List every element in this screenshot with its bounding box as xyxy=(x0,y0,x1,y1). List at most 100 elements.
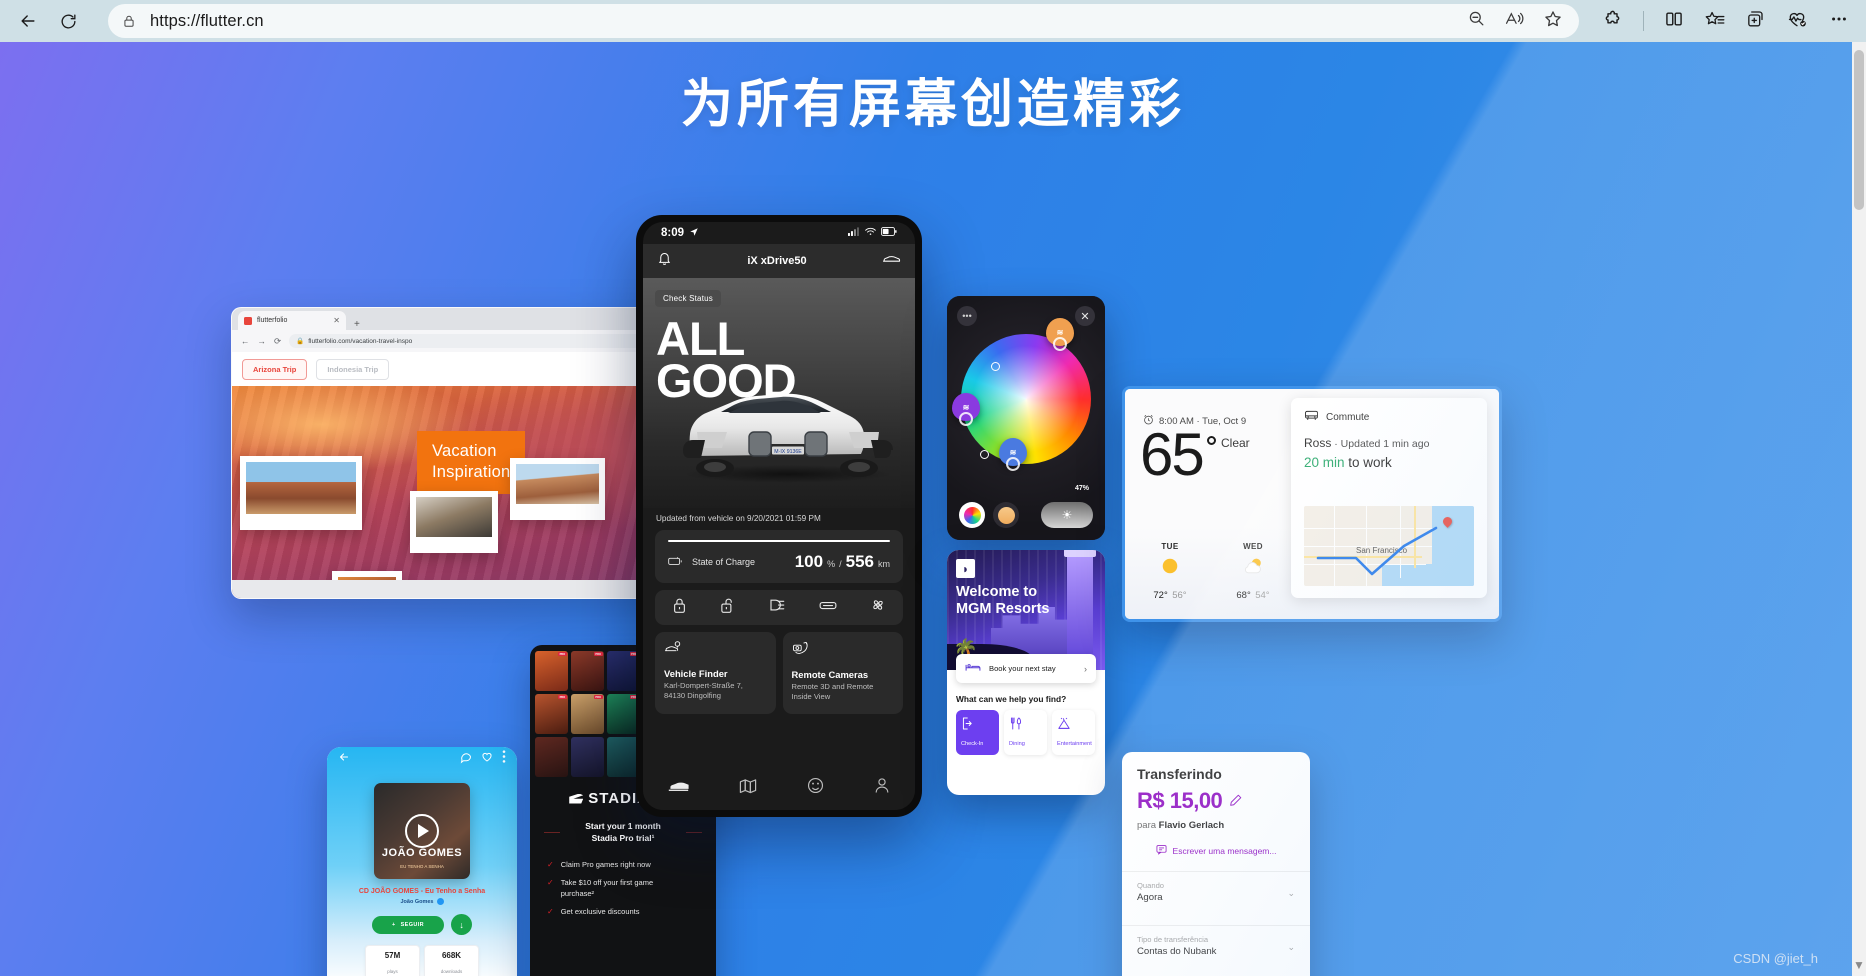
game-thumb[interactable]: PRO xyxy=(606,694,640,734)
chevron-down-icon[interactable]: ⌄ xyxy=(1287,888,1295,899)
mock-url-text: flutterfolio.com/vacation-travel-inspo xyxy=(308,337,413,345)
mock-new-tab-icon[interactable]: + xyxy=(354,319,360,330)
kebab-menu-icon[interactable] xyxy=(502,750,506,768)
trip-chip-arizona[interactable]: Arizona Trip xyxy=(242,358,308,380)
favorite-star-icon[interactable] xyxy=(1543,9,1563,34)
download-icon[interactable]: ↓ xyxy=(451,914,473,935)
scrollbar-thumb[interactable] xyxy=(1854,50,1864,210)
heart-icon[interactable] xyxy=(481,750,493,768)
transfer-amount-row[interactable]: R$ 15,00 xyxy=(1137,788,1295,814)
bmw-screen: 8:09 iX xDrive50 Check Status ALL GOOD M… xyxy=(643,222,915,810)
color-handle-ring[interactable] xyxy=(991,362,1000,371)
settings-more-icon[interactable] xyxy=(1828,9,1850,34)
vehicle-finder-desc-line2: 84130 Dingolfing xyxy=(664,691,721,701)
write-message-button[interactable]: Escrever uma mensagem... xyxy=(1137,844,1295,857)
state-of-charge-card[interactable]: State of Charge 100 % / 556 km xyxy=(655,530,903,583)
play-icon[interactable] xyxy=(405,814,439,848)
mock-forward-icon[interactable]: → xyxy=(258,336,267,346)
close-icon[interactable]: ✕ xyxy=(1075,306,1095,326)
photo-card-van[interactable] xyxy=(510,458,605,520)
page-scrollbar[interactable]: ▼ xyxy=(1852,42,1866,976)
color-pin-purple[interactable]: ≋ xyxy=(952,393,980,421)
warm-white-swatch[interactable] xyxy=(993,502,1019,528)
fan-icon[interactable] xyxy=(870,597,886,618)
dining-icon xyxy=(1009,717,1042,733)
split-screen-icon[interactable] xyxy=(1664,9,1684,34)
pro-badge: PRO xyxy=(593,695,603,699)
game-thumb[interactable] xyxy=(606,737,640,777)
headlights-icon[interactable] xyxy=(768,598,786,617)
nav-services-icon[interactable] xyxy=(807,777,824,799)
list-item: ✓ Claim Pro games right now xyxy=(547,860,687,871)
mock-tab-close-icon[interactable]: ✕ xyxy=(333,316,340,325)
car-location-icon xyxy=(664,641,681,658)
address-bar[interactable]: https://flutter.cn xyxy=(108,4,1579,38)
commute-card[interactable]: Commute Ross · Updated 1 min ago 20 min … xyxy=(1291,398,1487,598)
extensions-icon[interactable] xyxy=(1603,9,1623,34)
weather-panel: 8:00 AM · Tue, Oct 9 65 Clear TUE 72° 56… xyxy=(1125,389,1499,619)
transfer-type-field[interactable]: Tipo de transferência Contas do Nubank ⌄ xyxy=(1122,926,1310,965)
stat-downloads: 668K downloads xyxy=(424,945,479,976)
mgm-tile-dining[interactable]: Dining xyxy=(1004,710,1047,755)
remote-cameras-desc-line2: Inside View xyxy=(791,692,831,702)
color-handle-ring[interactable] xyxy=(980,450,989,459)
browser-essentials-icon[interactable] xyxy=(1786,9,1808,34)
game-thumb[interactable] xyxy=(535,737,568,777)
game-thumb[interactable]: PRO xyxy=(535,651,568,691)
when-field[interactable]: Quando Agora ⌄ xyxy=(1122,872,1310,911)
game-thumb[interactable]: PRO xyxy=(570,651,604,691)
stat-plays: 57M plays xyxy=(365,945,420,976)
album-artwork[interactable]: JOÃO GOMES EU TENHO A SENHA xyxy=(374,783,470,879)
remote-cameras-desc-line1: Remote 3D and Remote xyxy=(791,682,874,691)
photo-card-boots[interactable] xyxy=(410,491,498,553)
check-status-chip[interactable]: Check Status xyxy=(655,290,721,307)
vehicle-finder-tile[interactable]: Vehicle Finder Karl-Dompert-Straße 7, 84… xyxy=(655,632,776,714)
book-stay-button[interactable]: Book your next stay › xyxy=(956,654,1096,683)
mgm-tile-entertainment[interactable]: Entertainment xyxy=(1052,710,1095,755)
weather-condition: Clear xyxy=(1221,436,1250,450)
mgm-tower xyxy=(1064,550,1096,670)
game-thumb[interactable]: PRO xyxy=(606,651,640,691)
read-aloud-icon[interactable] xyxy=(1504,9,1525,33)
mock-back-icon[interactable]: ← xyxy=(241,336,250,346)
remote-cameras-tile[interactable]: Remote Cameras Remote 3D and Remote Insi… xyxy=(782,632,903,714)
commute-map[interactable]: San Francisco xyxy=(1304,506,1474,586)
favorites-list-icon[interactable] xyxy=(1704,9,1725,34)
game-thumb[interactable]: PRO xyxy=(570,694,604,734)
game-thumb[interactable] xyxy=(570,737,604,777)
zoom-out-icon[interactable] xyxy=(1467,9,1486,33)
commute-duration: 20 min xyxy=(1304,455,1345,470)
car-side-icon[interactable] xyxy=(882,252,901,270)
nav-map-icon[interactable] xyxy=(739,778,757,799)
nav-profile-icon[interactable] xyxy=(874,777,890,799)
brightness-slider[interactable]: ☀ xyxy=(1041,502,1093,528)
mock-url-field[interactable]: 🔒 flutterfolio.com/vacation-travel-inspo xyxy=(289,334,649,348)
nav-vehicle-icon[interactable] xyxy=(668,779,689,798)
color-wheel-disc[interactable] xyxy=(961,334,1091,464)
pencil-icon[interactable] xyxy=(1230,794,1242,809)
scroll-down-arrow-icon[interactable]: ▼ xyxy=(1853,958,1865,972)
bell-icon[interactable] xyxy=(657,251,672,271)
photo-card-mesa[interactable] xyxy=(240,456,362,530)
more-dots-icon[interactable]: ••• xyxy=(957,306,977,326)
mock-tab[interactable]: flutterfolio ✕ xyxy=(238,311,346,330)
mock-reload-icon[interactable]: ⟳ xyxy=(274,336,281,347)
lock-closed-icon[interactable] xyxy=(672,597,687,619)
follow-button[interactable]: + SEGUIR xyxy=(371,915,445,934)
color-pin-blue[interactable]: ≋ xyxy=(999,438,1027,466)
back-button[interactable] xyxy=(10,5,46,37)
color-wheel-swatch[interactable] xyxy=(959,502,985,528)
back-arrow-icon[interactable] xyxy=(338,750,350,768)
collections-icon[interactable] xyxy=(1745,9,1766,34)
mgm-tile-checkin[interactable]: Check-In xyxy=(956,710,999,755)
climate-icon[interactable] xyxy=(819,599,837,617)
color-pin-orange[interactable]: ≋ xyxy=(1046,318,1074,346)
game-thumb[interactable]: PRO xyxy=(535,694,568,734)
lock-open-icon[interactable] xyxy=(720,597,735,619)
refresh-button[interactable] xyxy=(50,5,86,37)
commute-source-row: Ross · Updated 1 min ago xyxy=(1304,436,1474,450)
trip-chip-indonesia[interactable]: Indonesia Trip xyxy=(316,358,390,380)
comment-icon[interactable] xyxy=(460,750,472,768)
chevron-down-icon[interactable]: ⌄ xyxy=(1287,942,1295,953)
nubank-header: Transferindo R$ 15,00 para Flavio Gerlac… xyxy=(1122,752,1310,857)
